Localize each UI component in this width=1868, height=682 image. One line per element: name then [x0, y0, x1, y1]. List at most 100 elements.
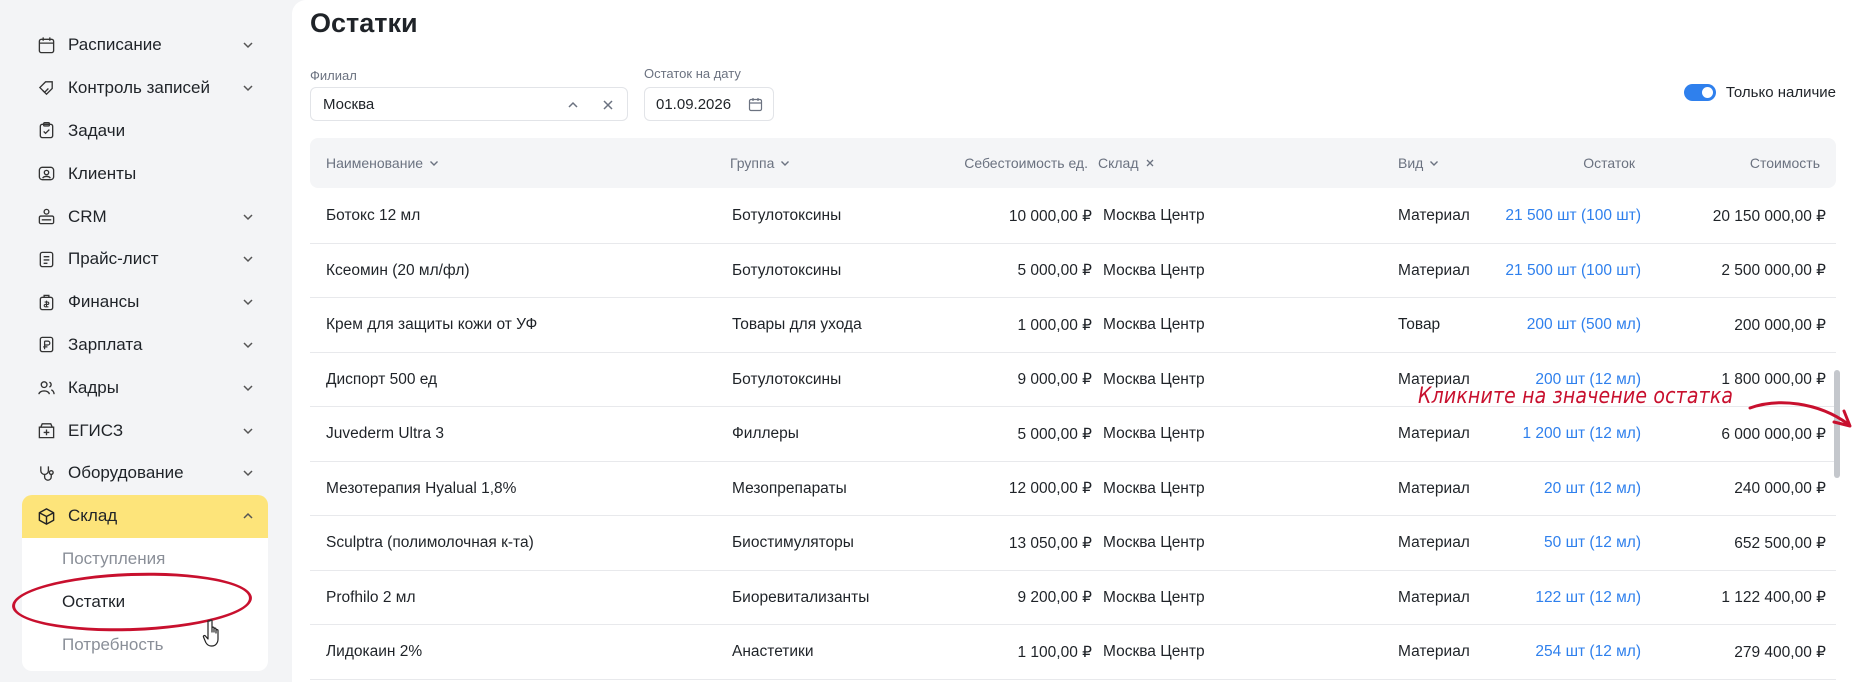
column-unit-cost[interactable]: Себестоимость ед.	[896, 138, 1088, 188]
chevron-down-icon	[243, 470, 253, 477]
toggle-label: Только наличие	[1725, 84, 1836, 101]
cell-kind: Материал	[1398, 207, 1470, 224]
sidebar-item-8[interactable]: Кадры	[22, 366, 268, 409]
sidebar-item-7[interactable]: Зарплата	[22, 324, 268, 367]
cell-group: Филлеры	[732, 425, 799, 442]
branch-select[interactable]: Москва	[310, 87, 628, 121]
annotation-text: Кликните на значение остатка	[1418, 384, 1734, 409]
column-group[interactable]: Группа	[730, 138, 790, 188]
sidebar-item-5[interactable]: Прайс-лист	[22, 238, 268, 281]
sidebar-item-4[interactable]: CRM	[22, 195, 268, 238]
cell-unit-cost: 10 000,00 ₽	[1008, 207, 1092, 225]
cell-kind: Материал	[1398, 479, 1470, 497]
column-cost[interactable]: Стоимость	[1660, 138, 1820, 188]
sidebar-item-label: Финансы	[68, 292, 140, 312]
sidebar-item-6[interactable]: Финансы	[22, 281, 268, 324]
close-icon[interactable]	[1145, 158, 1155, 168]
cell-stock[interactable]: 254 шт (12 мл)	[1490, 625, 1641, 679]
sidebar-item-2[interactable]: Задачи	[22, 110, 268, 153]
cell-warehouse: Москва Центр	[1103, 316, 1205, 333]
cell-name: Ксеомин (20 мл/фл)	[326, 261, 470, 279]
cell-cost: 20 150 000,00 ₽	[1712, 207, 1826, 225]
table-row[interactable]: Juvederm Ultra 3 Филлеры 5 000,00 ₽ Москва …	[310, 407, 1836, 462]
cell-group: Биостимуляторы	[732, 534, 854, 551]
cell-name: Диспорт 500 ед	[326, 370, 438, 388]
chevron-down-icon	[243, 299, 253, 306]
cell-kind: Материал	[1398, 261, 1470, 279]
cell-warehouse: Москва Центр	[1103, 207, 1205, 224]
cell-group: Ботулотоксины	[732, 261, 842, 279]
sidebar-item-label: Прайс-лист	[68, 249, 159, 269]
cell-stock[interactable]: 1 200 шт (12 мл)	[1490, 407, 1641, 461]
column-name[interactable]: Наименование	[326, 138, 439, 188]
finance-icon	[36, 292, 56, 312]
cell-group: Анастетики	[732, 643, 814, 660]
cell-stock[interactable]: 200 шт (500 мл)	[1490, 298, 1641, 352]
table-row[interactable]: Profhilo 2 мл Биоревитализанты 9 200,00 ₽ М…	[310, 571, 1836, 625]
toggle-switch[interactable]	[1683, 84, 1716, 101]
page-title: Остатки	[310, 8, 418, 38]
cell-stock[interactable]: 50 шт (12 мл)	[1490, 516, 1641, 570]
price-list-icon	[36, 249, 56, 269]
column-kind[interactable]: Вид	[1398, 138, 1439, 188]
column-warehouse[interactable]: Склад	[1098, 138, 1155, 188]
cell-cost: 2 500 000,00 ₽	[1721, 262, 1826, 279]
cell-warehouse: Москва Центр	[1103, 534, 1205, 551]
people-icon	[36, 378, 56, 398]
table-row[interactable]: Крем для защиты кожи от УФ Товары для ухо…	[310, 298, 1836, 353]
cell-unit-cost: 1 000,00 ₽	[1017, 316, 1092, 334]
close-icon[interactable]	[601, 98, 615, 112]
cell-warehouse: Москва Центр	[1103, 588, 1205, 606]
cell-name: Мезотерапия Hyalual 1,8%	[326, 479, 517, 497]
chevron-down-icon	[243, 428, 253, 434]
sidebar-item-1[interactable]: Контроль записей	[22, 67, 268, 110]
date-value: 01.09.2026	[656, 95, 732, 113]
registry-icon	[36, 421, 56, 441]
chevron-down-icon	[243, 385, 253, 391]
table-row[interactable]: Лидокаин 2% Анастетики 1 100,00 ₽ Москва Це…	[310, 625, 1836, 680]
chevron-down-icon	[781, 161, 790, 166]
cell-unit-cost: 13 050,00 ₽	[1008, 534, 1092, 552]
cell-warehouse: Москва Центр	[1103, 261, 1205, 279]
crm-icon	[36, 207, 56, 227]
cell-group: Товары для ухода	[732, 316, 862, 333]
date-input[interactable]: 01.09.2026	[644, 87, 774, 121]
cell-cost: 1 122 400,00 ₽	[1721, 589, 1826, 606]
table-row[interactable]: Ксеомин (20 мл/фл) Ботулотоксины 5 000,00 …	[310, 244, 1836, 298]
date-label: Остаток на дату	[644, 66, 741, 81]
cell-name: Juvederm Ultra 3	[326, 425, 445, 442]
cell-warehouse: Москва Центр	[1103, 425, 1205, 442]
availability-toggle[interactable]: Только наличие	[1683, 84, 1836, 101]
table-row[interactable]: Ботокс 12 мл Ботулотоксины 10 000,00 ₽ Моск…	[310, 189, 1836, 244]
chevron-down-icon	[1430, 161, 1439, 166]
sidebar-item-label: Контроль записей	[68, 78, 210, 98]
cell-cost: 652 500,00 ₽	[1734, 534, 1826, 552]
cell-stock[interactable]: 20 шт (12 мл)	[1490, 462, 1641, 516]
cell-name: Ботокс 12 мл	[326, 207, 421, 224]
sidebar-item-9[interactable]: ЕГИСЗ	[22, 409, 268, 452]
cell-cost: 240 000,00 ₽	[1734, 480, 1826, 497]
chevron-down-icon	[243, 342, 253, 349]
cell-name: Крем для защиты кожи от УФ	[326, 316, 538, 333]
cell-unit-cost: 9 000,00 ₽	[1017, 371, 1092, 388]
cell-kind: Материал	[1398, 534, 1470, 551]
sidebar-item-3[interactable]: Клиенты	[22, 152, 268, 195]
cell-stock[interactable]: 21 500 шт (100 шт)	[1490, 244, 1641, 298]
cell-stock[interactable]: 21 500 шт (100 шт)	[1490, 189, 1641, 243]
chevron-up-icon[interactable]	[567, 99, 579, 111]
branch-value: Москва	[323, 95, 375, 113]
table-row[interactable]: Sculptra (полимолочная к-та) Биостимулято…	[310, 516, 1836, 571]
calendar-icon[interactable]	[748, 97, 763, 112]
cell-kind: Товар	[1398, 316, 1441, 333]
sidebar-item-0[interactable]: Расписание	[22, 24, 268, 67]
sidebar-item-label: Оборудование	[68, 463, 184, 483]
table-body: Ботокс 12 мл Ботулотоксины 10 000,00 ₽ Моск…	[310, 189, 1836, 680]
cell-stock[interactable]: 122 шт (12 мл)	[1490, 571, 1641, 625]
chevron-down-icon	[243, 42, 253, 49]
table-row[interactable]: Мезотерапия Hyalual 1,8% Мезопрепараты 12 …	[310, 462, 1836, 516]
sidebar-item-11[interactable]: Склад	[22, 494, 268, 538]
column-stock[interactable]: Остаток	[1510, 138, 1635, 188]
stethoscope-icon	[36, 463, 56, 483]
sidebar-item-10[interactable]: Оборудование	[22, 452, 268, 495]
cell-cost: 279 400,00 ₽	[1734, 643, 1826, 661]
